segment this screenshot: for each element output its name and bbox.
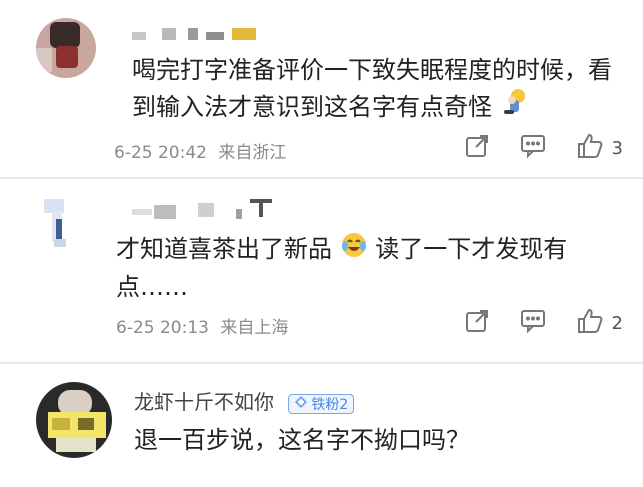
share-icon [464,308,490,338]
share-icon [464,133,490,163]
comment-meta: 6-25 20:42 来自浙江 [114,138,286,163]
diamond-icon [294,395,308,413]
like-count: 2 [611,312,623,334]
like-count: 3 [611,137,623,159]
comment-location: 来自上海 [220,318,289,338]
comment-1: 喝完打字准备评价一下致失眠程度的时候，看 到输入法才意识到这名字有点奇怪 6-2… [0,0,643,177]
badge-label: 铁粉2 [311,396,349,413]
comment-icon [520,133,546,163]
avatar[interactable] [36,18,96,78]
comment-text-line: 点…… [116,273,188,301]
like-button[interactable]: 2 [576,307,623,339]
username-blurred[interactable] [132,197,292,219]
comment-text: 退一百步说，这名字不拗口吗？ [134,422,614,458]
comment-3: 龙虾十斤不如你 铁粉2 退一百步说，这名字不拗口吗？ [0,364,643,487]
username-text: 龙虾十斤不如你 [134,390,274,414]
comment-text-segment: 读了一下才发现有 [375,235,568,263]
comment-text-line: 退一百步说，这名字不拗口吗？ [134,426,470,454]
username[interactable]: 龙虾十斤不如你 铁粉2 [134,386,355,415]
avatar[interactable] [36,382,112,458]
comment-text-segment: 才知道喜茶出了新品 [116,235,332,263]
comment-actions: 3 [434,132,623,164]
comment-text-line: 喝完打字准备评价一下致失眠程度的时候，看 [132,56,612,84]
share-button[interactable] [464,133,490,163]
comment-text-line: 才知道喜茶出了新品 读了一下才发现有 [116,231,616,269]
like-button[interactable]: 3 [576,132,623,164]
lightbulb-person-emoji-icon [500,88,528,128]
thumbs-up-icon [576,307,604,339]
crying-laughing-emoji-icon [340,231,368,269]
comment-meta: 6-25 20:13 来自上海 [116,313,288,338]
username-blurred[interactable] [132,26,260,42]
avatar[interactable] [44,199,78,249]
comment-text: 喝完打字准备评价一下致失眠程度的时候，看 到输入法才意识到这名字有点奇怪 [132,52,632,128]
comment-location: 来自浙江 [218,143,287,163]
comment-text: 才知道喜茶出了新品 读了一下才发现有 点…… [116,231,616,305]
comment-text-segment: 到输入法才意识到这名字有点奇怪 [132,93,492,121]
comment-2: 才知道喜茶出了新品 读了一下才发现有 点…… 6-25 20:13 来自上海 2 [0,179,643,362]
comment-text-line: 到输入法才意识到这名字有点奇怪 [132,88,632,128]
share-button[interactable] [464,308,490,338]
comment-date: 6-25 20:42 [114,143,207,163]
comment-actions: 2 [434,307,623,339]
comment-icon [520,308,546,338]
fan-badge[interactable]: 铁粉2 [288,393,355,414]
thumbs-up-icon [576,132,604,164]
reply-button[interactable] [520,133,546,163]
comment-date: 6-25 20:13 [116,318,209,338]
reply-button[interactable] [520,308,546,338]
